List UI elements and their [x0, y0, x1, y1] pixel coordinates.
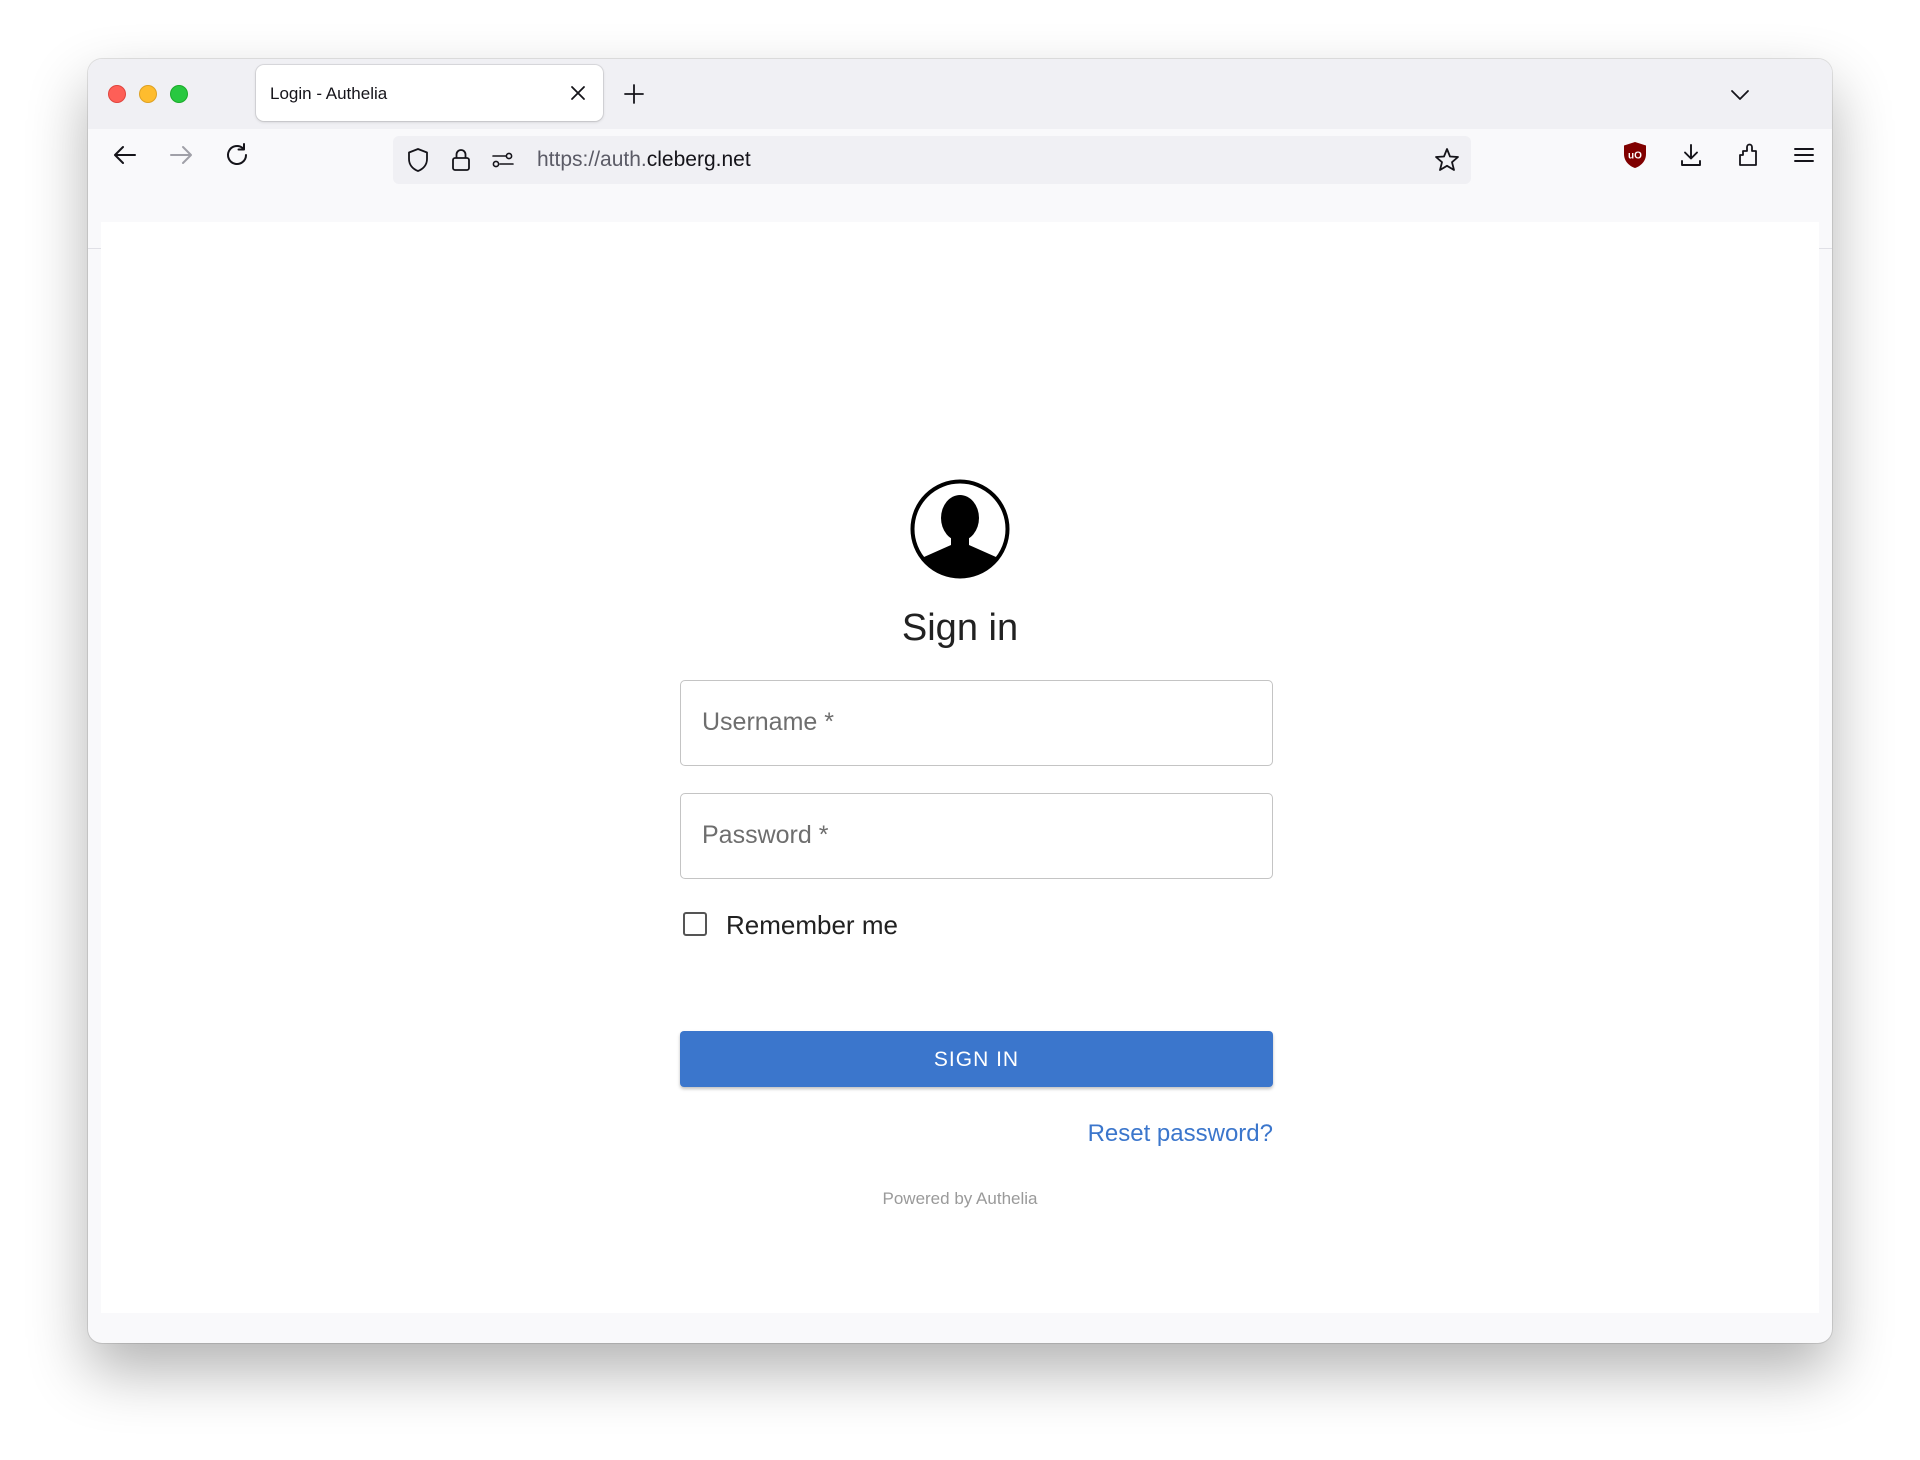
star-icon[interactable] [1433, 146, 1461, 174]
username-input[interactable] [681, 681, 1276, 767]
password-input[interactable] [681, 794, 1276, 880]
forward-icon[interactable] [161, 135, 201, 175]
url-bar[interactable]: https://auth.cleberg.net [393, 136, 1471, 184]
extensions-icon[interactable] [1728, 135, 1768, 175]
powered-by-text: Powered by Authelia [882, 1189, 1038, 1208]
reset-password-link[interactable]: Reset password? [1088, 1120, 1273, 1148]
tab-strip: Login - Authelia [88, 59, 1832, 129]
menu-icon[interactable] [1784, 135, 1824, 175]
url-text: https://auth.cleberg.net [537, 148, 751, 171]
sign-in-button[interactable]: SIGN IN [680, 1031, 1273, 1087]
svg-text:uO: uO [1628, 151, 1642, 162]
download-icon[interactable] [1671, 135, 1711, 175]
chevron-down-icon[interactable] [1728, 83, 1752, 107]
minimize-window-button[interactable] [139, 85, 157, 103]
tab-title: Login - Authelia [270, 84, 388, 103]
page-title: Sign in [901, 607, 1019, 649]
lock-icon[interactable] [447, 146, 475, 174]
new-tab-icon[interactable] [621, 81, 647, 107]
username-field[interactable]: Username * [680, 680, 1276, 767]
user-avatar-icon [910, 479, 1010, 579]
reload-icon[interactable] [217, 135, 257, 175]
remember-me-checkbox[interactable] [683, 912, 707, 936]
remember-me-label[interactable]: Remember me [726, 910, 898, 941]
browser-window: Login - Authelia https://auth.cleberg.ne… [88, 59, 1832, 1343]
page-content: Sign in Username * Password * Remember m… [101, 222, 1819, 1313]
back-icon[interactable] [105, 135, 145, 175]
close-window-button[interactable] [108, 85, 126, 103]
zoom-window-button[interactable] [170, 85, 188, 103]
tab-login[interactable]: Login - Authelia [256, 65, 603, 121]
password-field[interactable]: Password * [680, 793, 1276, 880]
ublock-icon[interactable]: uO [1615, 135, 1655, 175]
close-tab-icon[interactable] [567, 82, 589, 104]
shield-icon[interactable] [404, 146, 432, 174]
permissions-icon[interactable] [489, 146, 517, 174]
